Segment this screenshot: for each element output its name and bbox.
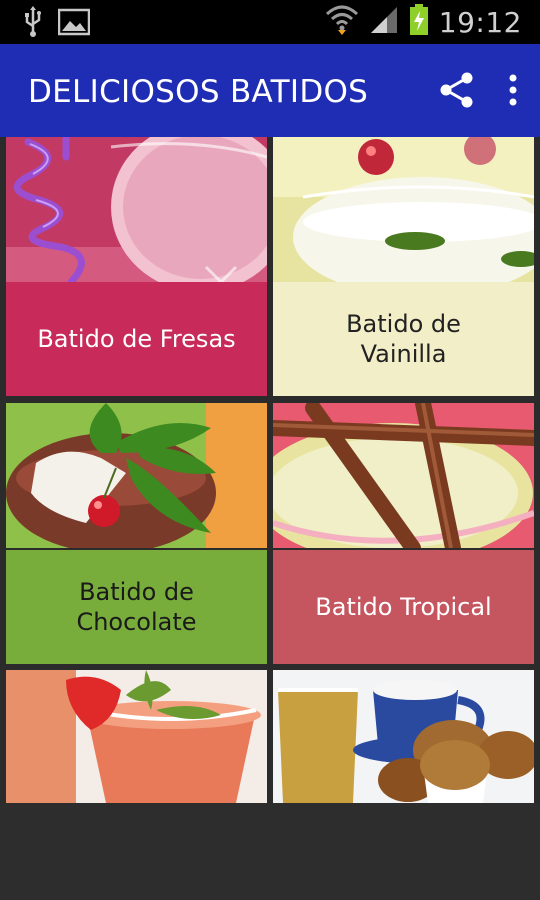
recipe-label: Batido de Chocolate [76, 578, 197, 636]
recipe-tile-tropical[interactable]: Batido Tropical [273, 403, 534, 664]
recipe-photo [6, 137, 267, 292]
recipe-photo [6, 403, 267, 553]
signal-icon [369, 5, 399, 40]
app-title: DELICIOSOS BATIDOS [28, 74, 369, 110]
bottom-area [0, 803, 540, 900]
wifi-icon [325, 4, 359, 41]
usb-icon [22, 6, 44, 43]
image-icon [57, 8, 91, 41]
recipe-photo [273, 670, 534, 803]
recipe-photo [6, 670, 267, 803]
share-icon[interactable] [440, 72, 474, 113]
battery-charging-icon [409, 4, 429, 41]
recipe-tile-6[interactable] [273, 670, 534, 803]
recipe-label: Batido Tropical [315, 593, 492, 621]
recipe-grid: Batido de Fresas Batido de Vainilla Bati… [6, 137, 534, 803]
recipe-label: Batido de Vainilla [346, 310, 461, 368]
recipe-photo [273, 137, 534, 297]
recipe-tile-fresas[interactable]: Batido de Fresas [6, 137, 267, 396]
recipe-caption: Batido de Chocolate [6, 550, 267, 664]
recipe-caption: Batido Tropical [273, 550, 534, 664]
recipe-tile-5[interactable] [6, 670, 267, 803]
recipe-label: Batido de Fresas [37, 325, 236, 353]
recipe-caption: Batido de Vainilla [273, 282, 534, 396]
recipe-tile-vainilla[interactable]: Batido de Vainilla [273, 137, 534, 396]
status-bar: 19:12 [0, 0, 540, 44]
app-bar: DELICIOSOS BATIDOS [0, 44, 540, 137]
clock: 19:12 [438, 6, 522, 39]
recipe-photo [273, 403, 534, 563]
overflow-menu-icon[interactable] [508, 74, 518, 111]
recipe-tile-chocolate[interactable]: Batido de Chocolate [6, 403, 267, 664]
recipe-caption: Batido de Fresas [6, 282, 267, 396]
